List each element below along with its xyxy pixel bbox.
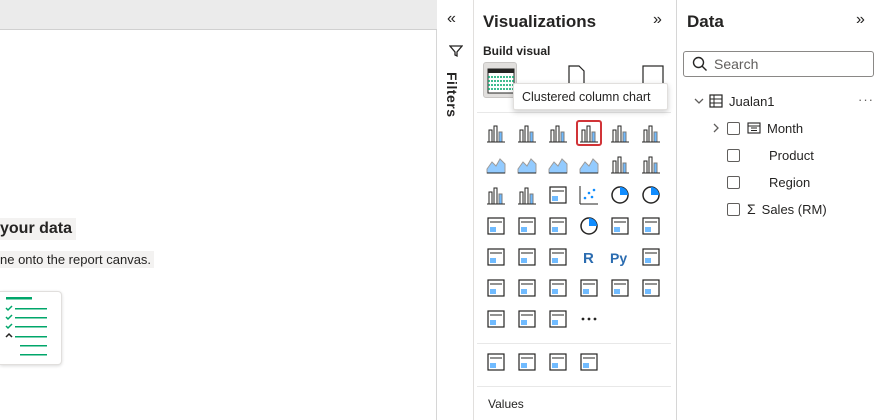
funnel-chart-icon[interactable] <box>545 182 571 208</box>
filled-map-icon[interactable] <box>514 349 540 375</box>
ribbon-chart-icon[interactable] <box>483 182 509 208</box>
field-row-region[interactable]: Region <box>727 172 810 192</box>
calendar-hierarchy-icon <box>747 122 761 134</box>
line-and-clustered-column-chart-icon[interactable] <box>638 151 664 177</box>
table-icon[interactable] <box>514 244 540 270</box>
filter-funnel-icon[interactable] <box>448 44 464 63</box>
kpi-icon[interactable] <box>638 213 664 239</box>
filters-label[interactable]: Filters <box>444 72 460 118</box>
report-canvas[interactable]: your data ne onto the report canvas. <box>0 0 437 420</box>
scatter-chart-icon[interactable] <box>576 182 602 208</box>
clustered-bar-chart-icon[interactable] <box>545 120 571 146</box>
globe-map-icon[interactable] <box>483 349 509 375</box>
field-label: Region <box>769 174 811 190</box>
checklist-illustration <box>0 291 62 365</box>
field-checkbox[interactable] <box>727 148 740 162</box>
line-and-stacked-column-chart-icon[interactable] <box>607 151 633 177</box>
divider <box>477 343 671 344</box>
search-box[interactable] <box>683 51 874 77</box>
build-visual-tab-button[interactable] <box>483 62 517 98</box>
values-well-label: Values <box>488 397 524 411</box>
canvas-heading: your data <box>0 218 77 240</box>
map-icon[interactable] <box>514 213 540 239</box>
decomposition-tree-icon[interactable] <box>483 275 509 301</box>
search-input[interactable] <box>714 56 864 72</box>
visualizations-pane: Visualizations » Build visual R Py Values <box>474 0 677 420</box>
key-influencers-icon[interactable] <box>638 244 664 270</box>
table-name: Jualan1 <box>729 93 775 109</box>
python-visual-icon[interactable]: Py <box>607 244 633 270</box>
clustered-column-chart-icon[interactable] <box>576 120 602 146</box>
smart-narrative-icon[interactable] <box>576 275 602 301</box>
table-node-jualan1[interactable]: Jualan1 <box>693 91 775 111</box>
canvas-subtext: ne onto the report canvas. <box>0 251 155 268</box>
field-label: Sales (RM) <box>761 201 827 217</box>
waterfall-chart-icon[interactable] <box>514 182 540 208</box>
expand-data-icon[interactable]: » <box>856 11 865 29</box>
expand-visualizations-icon[interactable]: » <box>653 11 662 29</box>
metrics-icon[interactable] <box>607 275 633 301</box>
custom-visual-icon[interactable] <box>576 349 602 375</box>
image-icon[interactable] <box>638 275 664 301</box>
donut-chart-icon[interactable] <box>638 182 664 208</box>
card-icon[interactable] <box>607 213 633 239</box>
field-row-month[interactable]: Month <box>711 118 803 138</box>
stacked-bar-chart-icon[interactable] <box>483 120 509 146</box>
stacked-column-chart-icon[interactable] <box>514 120 540 146</box>
checklist-icon <box>5 297 47 356</box>
more-visuals-icon[interactable] <box>576 306 602 332</box>
field-label: Month <box>767 120 804 136</box>
azure-map-icon[interactable] <box>545 213 571 239</box>
empty-canvas-prompt: your data ne onto the report canvas. <box>0 0 437 420</box>
100-stacked-column-chart-icon[interactable] <box>638 120 664 146</box>
filters-pane-collapsed[interactable]: « Filters <box>437 0 474 420</box>
area-chart-icon[interactable] <box>514 151 540 177</box>
svg-text:Py: Py <box>610 250 627 266</box>
table-icon <box>709 94 723 108</box>
build-visual-label: Build visual <box>483 44 551 58</box>
visual-type-tooltip: Clustered column chart <box>513 83 668 110</box>
field-row-product[interactable]: Product <box>727 145 814 165</box>
stacked-area-chart-icon[interactable] <box>545 151 571 177</box>
svg-text:R: R <box>583 250 594 267</box>
paginated-report-icon[interactable] <box>545 275 571 301</box>
data-title: Data <box>687 12 724 31</box>
divider <box>477 386 671 387</box>
trophy-icon[interactable] <box>545 349 571 375</box>
arcgis-icon[interactable] <box>545 306 571 332</box>
search-icon <box>692 56 707 71</box>
field-checkbox[interactable] <box>727 175 740 189</box>
field-label: Product <box>769 147 814 163</box>
100-stacked-bar-chart-icon[interactable] <box>607 120 633 146</box>
power-apps-icon[interactable] <box>483 306 509 332</box>
field-row-sales[interactable]: Σ Sales (RM) <box>727 199 827 219</box>
100-stacked-area-chart-icon[interactable] <box>576 151 602 177</box>
line-chart-icon[interactable] <box>483 151 509 177</box>
r-visual-icon[interactable]: R <box>576 244 602 270</box>
qa-icon[interactable] <box>514 275 540 301</box>
chevron-down-icon[interactable] <box>693 95 705 107</box>
matrix-icon[interactable] <box>545 244 571 270</box>
sum-icon: Σ <box>747 201 756 217</box>
power-automate-icon[interactable] <box>514 306 540 332</box>
gauge-icon[interactable] <box>576 213 602 239</box>
collapse-filters-icon[interactable]: « <box>447 10 456 28</box>
chevron-right-icon[interactable] <box>711 122 721 134</box>
field-checkbox[interactable] <box>727 121 740 135</box>
slicer-icon[interactable] <box>483 244 509 270</box>
treemap-icon[interactable] <box>483 213 509 239</box>
pie-chart-icon[interactable] <box>607 182 633 208</box>
more-options-icon[interactable]: ··· <box>858 92 874 107</box>
divider <box>477 112 671 113</box>
visualizations-title: Visualizations <box>483 12 597 31</box>
field-checkbox[interactable] <box>727 202 740 216</box>
data-pane: Data » Jualan1 ··· Month Product <box>677 0 880 420</box>
